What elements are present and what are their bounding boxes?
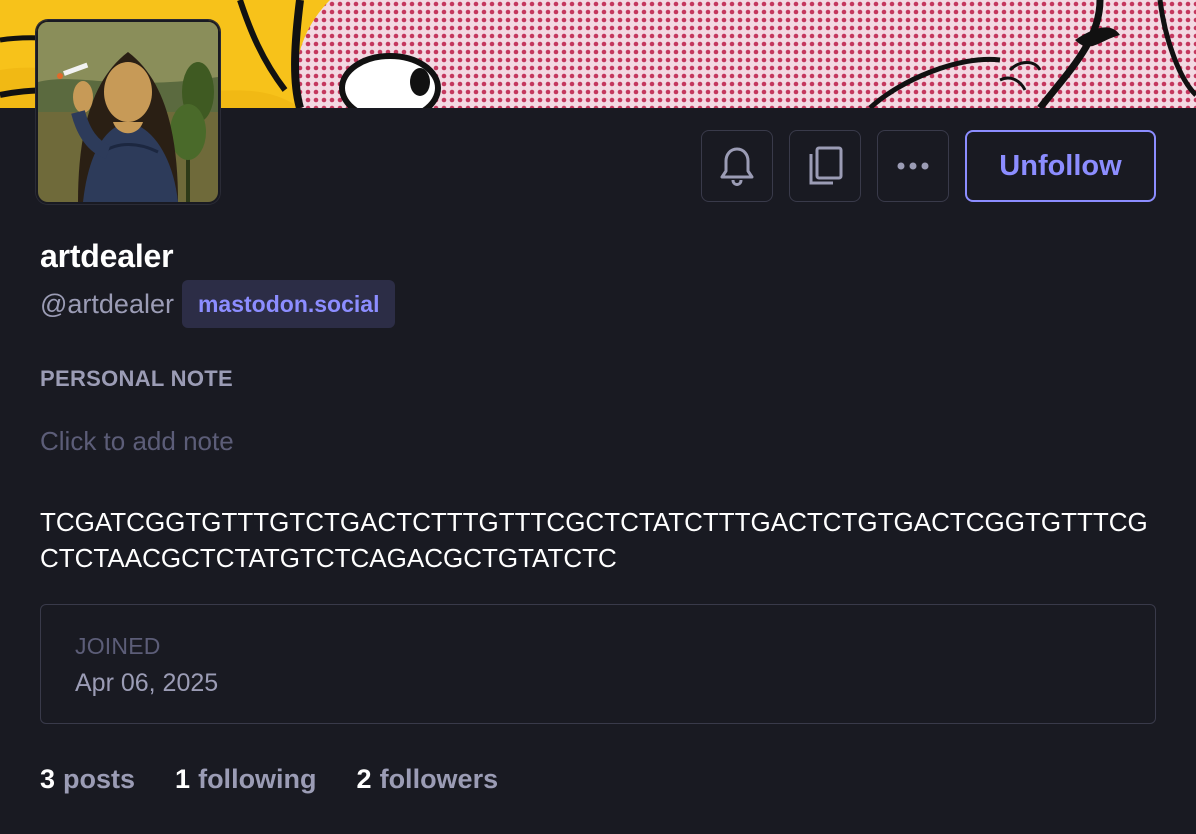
- unfollow-button[interactable]: Unfollow: [965, 130, 1156, 202]
- profile-page: Unfollow artdealer @artdealer mastodon.s…: [0, 0, 1196, 834]
- copy-icon: [806, 145, 844, 187]
- following-label: following: [198, 764, 317, 794]
- joined-label: JOINED: [75, 633, 161, 659]
- display-name: artdealer: [40, 238, 174, 274]
- domain-badge[interactable]: mastodon.social: [181, 280, 396, 328]
- followers-count-link[interactable]: 2 followers: [357, 764, 499, 795]
- joined-date: Apr 06, 2025: [75, 669, 219, 697]
- copy-link-button[interactable]: [789, 130, 861, 202]
- bell-icon: [720, 146, 754, 186]
- personal-note-input[interactable]: Click to add note: [40, 426, 640, 460]
- posts-count: 3: [40, 764, 56, 794]
- profile-bio: TCGATCGGTGTTTGTCTGACTCTTTGTTTCGCTCTATCTT…: [40, 507, 1148, 573]
- notify-button[interactable]: [701, 130, 773, 202]
- username: @artdealer: [40, 288, 174, 319]
- more-options-button[interactable]: [877, 130, 949, 202]
- following-count-link[interactable]: 1 following: [175, 764, 317, 795]
- posts-label: posts: [63, 764, 136, 794]
- personal-note-label: PERSONAL NOTE: [40, 366, 233, 391]
- posts-count-link[interactable]: 3 posts: [40, 764, 135, 795]
- profile-stats: 3 posts 1 following 2 followers: [40, 764, 538, 795]
- followers-count: 2: [356, 764, 372, 794]
- following-count: 1: [175, 764, 191, 794]
- account-row: @artdealer mastodon.social: [40, 280, 396, 328]
- avatar[interactable]: [36, 20, 220, 204]
- joined-field: JOINED Apr 06, 2025: [40, 604, 1156, 724]
- followers-label: followers: [379, 764, 499, 794]
- ellipsis-icon: [896, 161, 930, 171]
